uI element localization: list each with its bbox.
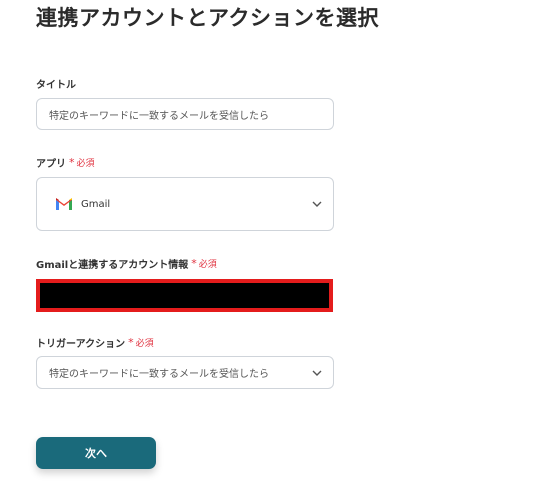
title-field-label: タイトル	[36, 76, 76, 91]
required-badge: * 必須	[128, 336, 154, 349]
account-field-label: Gmailと連携するアカウント情報 * 必須	[36, 256, 217, 271]
required-text: 必須	[198, 260, 217, 270]
chevron-down-icon	[311, 198, 323, 210]
app-select-text: Gmail	[81, 198, 111, 210]
required-text: 必須	[76, 159, 95, 169]
title-input-value: 特定のキーワードに一致するメールを受信したら	[49, 110, 269, 122]
chevron-down-icon	[311, 367, 323, 379]
account-label-text: Gmailと連携するアカウント情報	[36, 260, 189, 271]
page-title: 連携アカウントとアクションを選択	[36, 6, 379, 30]
trigger-select[interactable]: 特定のキーワードに一致するメールを受信したら	[36, 356, 334, 389]
title-label-text: タイトル	[36, 80, 76, 91]
app-select[interactable]: Gmail	[36, 177, 334, 231]
account-select-redacted[interactable]	[36, 279, 333, 312]
next-button[interactable]: 次へ	[36, 437, 156, 469]
trigger-label-text: トリガーアクション	[36, 339, 126, 350]
required-star: *	[191, 257, 197, 270]
trigger-select-value: 特定のキーワードに一致するメールを受信したら	[49, 369, 269, 380]
app-label-text: アプリ	[36, 159, 66, 170]
app-field-label: アプリ * 必須	[36, 155, 95, 170]
title-input[interactable]: 特定のキーワードに一致するメールを受信したら	[36, 98, 334, 130]
trigger-field-label: トリガーアクション * 必須	[36, 335, 154, 350]
required-star: *	[128, 336, 134, 349]
gmail-logo-icon	[55, 197, 73, 211]
app-select-value: Gmail	[49, 197, 110, 211]
required-star: *	[69, 156, 75, 169]
required-badge: * 必須	[191, 257, 217, 270]
required-badge: * 必須	[69, 156, 95, 169]
redaction-block	[40, 283, 329, 308]
required-text: 必須	[135, 339, 154, 349]
